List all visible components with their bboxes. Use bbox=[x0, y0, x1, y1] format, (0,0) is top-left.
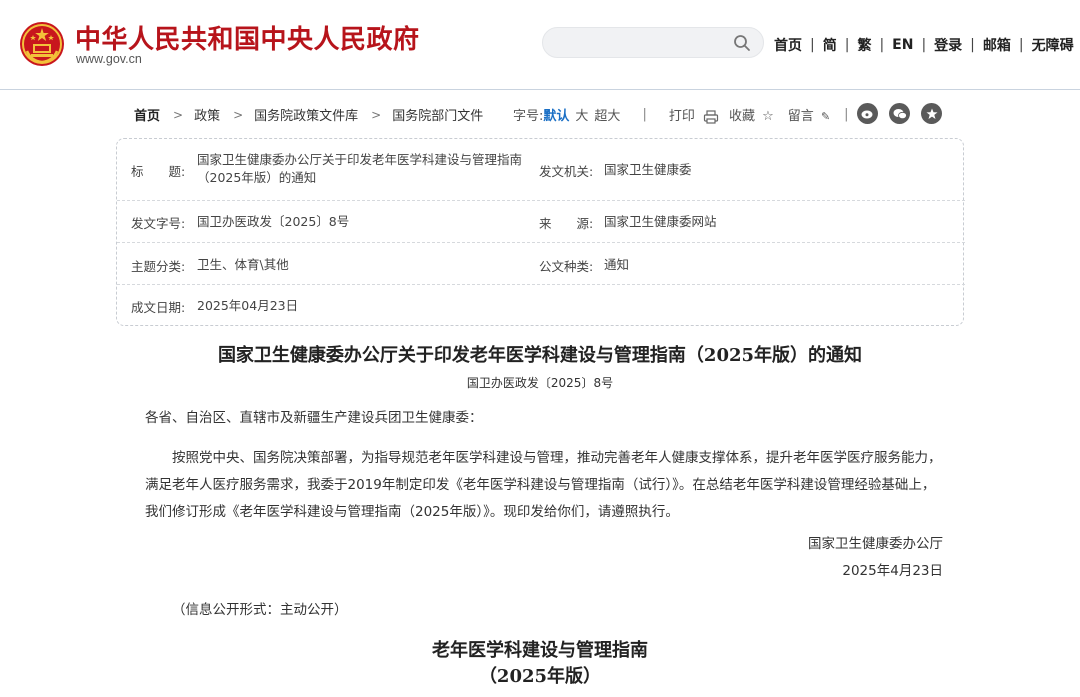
top-link-simplified[interactable]: 简 bbox=[823, 35, 837, 55]
title-value: 国家卫生健康委办公厅关于印发老年医学科建设与管理指南（2025年版）的通知 bbox=[197, 152, 523, 185]
type-value: 通知 bbox=[604, 257, 630, 272]
info-row-date: 成文日期: 2025年04月23日 bbox=[117, 285, 965, 325]
favorite-label: 收藏 bbox=[728, 109, 755, 124]
comment-button[interactable]: 留言 ✎ bbox=[788, 105, 830, 124]
page-tools: 字号: 默认 大 超大 | 打印 收藏 ☆ 留言 ✎ | bbox=[513, 105, 849, 124]
breadcrumb-department-files[interactable]: 国务院部门文件 bbox=[392, 105, 483, 124]
top-link-mail[interactable]: 邮箱 bbox=[983, 35, 1011, 55]
addressee: 各省、自治区、直辖市及新疆生产建设兵团卫生健康委： bbox=[145, 410, 483, 426]
divider: | bbox=[844, 37, 850, 53]
chevron-right-icon: > bbox=[173, 107, 184, 122]
site-title[interactable]: 中华人民共和国中央人民政府 bbox=[75, 19, 420, 56]
weibo-icon[interactable] bbox=[857, 103, 878, 124]
print-button[interactable]: 打印 bbox=[669, 105, 719, 124]
site-header: 中华人民共和国中央人民政府 www.gov.cn 首页 | 简 | 繁 | EN… bbox=[0, 0, 1080, 90]
top-link-accessibility[interactable]: 无障碍 bbox=[1032, 35, 1074, 55]
body-paragraph: 按照党中央、国务院决策部署，为指导规范老年医学科建设与管理，推动完善老年人健康支… bbox=[145, 450, 942, 520]
pencil-icon: ✎ bbox=[820, 110, 831, 123]
font-size-large[interactable]: 大 bbox=[575, 105, 588, 124]
breadcrumb-policy[interactable]: 政策 bbox=[194, 105, 220, 124]
info-row-docno: 发文字号: 国卫办医政发〔2025〕8号 来 源: 国家卫生健康委网站 bbox=[117, 201, 965, 243]
top-link-home[interactable]: 首页 bbox=[774, 35, 802, 55]
search-icon[interactable] bbox=[733, 34, 751, 52]
search-box[interactable] bbox=[542, 27, 764, 58]
share-icons bbox=[857, 103, 953, 124]
document-title: 国家卫生健康委办公厅关于印发老年医学科建设与管理指南（2025年版）的通知 bbox=[217, 345, 863, 366]
source-value: 国家卫生健康委网站 bbox=[604, 214, 717, 229]
type-label: 公文种类: bbox=[539, 259, 594, 274]
date-label: 成文日期: bbox=[131, 300, 186, 315]
printer-icon bbox=[703, 109, 719, 124]
category-label: 主题分类: bbox=[131, 259, 186, 274]
signature-date: 2025年4月23日 bbox=[842, 563, 943, 579]
info-row-category: 主题分类: 卫生、体育\其他 公文种类: 通知 bbox=[117, 243, 965, 285]
category-value: 卫生、体育\其他 bbox=[197, 257, 289, 272]
divider: | bbox=[879, 37, 885, 53]
site-url: www.gov.cn bbox=[76, 52, 142, 66]
star-icon[interactable] bbox=[921, 103, 942, 124]
top-link-login[interactable]: 登录 bbox=[934, 35, 962, 55]
divider: | bbox=[1018, 37, 1024, 53]
date-value: 2025年04月23日 bbox=[197, 298, 299, 313]
chevron-right-icon: > bbox=[233, 107, 244, 122]
top-nav: 首页 | 简 | 繁 | EN | 登录 | 邮箱 | 无障碍 bbox=[774, 35, 1074, 55]
comment-label: 留言 bbox=[787, 109, 814, 124]
favorite-button[interactable]: 收藏 ☆ bbox=[729, 105, 774, 124]
doc-no-label: 发文字号: bbox=[131, 216, 186, 231]
doc-no-value: 国卫办医政发〔2025〕8号 bbox=[197, 214, 350, 229]
top-link-traditional[interactable]: 繁 bbox=[857, 35, 871, 55]
font-size-xlarge[interactable]: 超大 bbox=[594, 105, 620, 124]
title-label: 标 题: bbox=[131, 164, 186, 179]
divider: | bbox=[844, 107, 849, 122]
breadcrumb-home[interactable]: 首页 bbox=[134, 105, 160, 124]
font-size-default[interactable]: 默认 bbox=[543, 105, 569, 124]
issuer-label: 发文机关: bbox=[539, 164, 594, 179]
disclosure-note: （信息公开形式：主动公开） bbox=[172, 602, 348, 618]
top-link-english[interactable]: EN bbox=[892, 37, 913, 53]
font-size-label: 字号: bbox=[513, 109, 544, 124]
document-number: 国卫办医政发〔2025〕8号 bbox=[466, 376, 614, 390]
divider: | bbox=[970, 37, 975, 53]
signature: 国家卫生健康委办公厅 bbox=[808, 536, 943, 552]
info-row-title: 标 题: 国家卫生健康委办公厅关于印发老年医学科建设与管理指南（2025年版）的… bbox=[117, 139, 965, 201]
attachment-title: 老年医学科建设与管理指南 bbox=[432, 640, 648, 661]
national-emblem-icon[interactable] bbox=[19, 21, 65, 67]
chevron-right-icon: > bbox=[371, 107, 382, 122]
star-outline-icon: ☆ bbox=[762, 109, 774, 124]
attachment-subtitle: （2025年版） bbox=[478, 666, 602, 687]
source-label: 来 源: bbox=[539, 216, 594, 231]
search-input[interactable] bbox=[557, 33, 727, 53]
breadcrumb-policy-library[interactable]: 国务院政策文件库 bbox=[254, 105, 358, 124]
issuer-value: 国家卫生健康委 bbox=[604, 162, 692, 177]
breadcrumb: 首页 > 政策 > 国务院政策文件库 > 国务院部门文件 bbox=[134, 105, 483, 125]
wechat-icon[interactable] bbox=[889, 103, 910, 124]
divider: | bbox=[810, 37, 815, 53]
divider: | bbox=[921, 37, 927, 53]
print-label: 打印 bbox=[668, 109, 695, 124]
document-info-table: 标 题: 国家卫生健康委办公厅关于印发老年医学科建设与管理指南（2025年版）的… bbox=[116, 138, 965, 326]
divider: | bbox=[642, 107, 647, 122]
